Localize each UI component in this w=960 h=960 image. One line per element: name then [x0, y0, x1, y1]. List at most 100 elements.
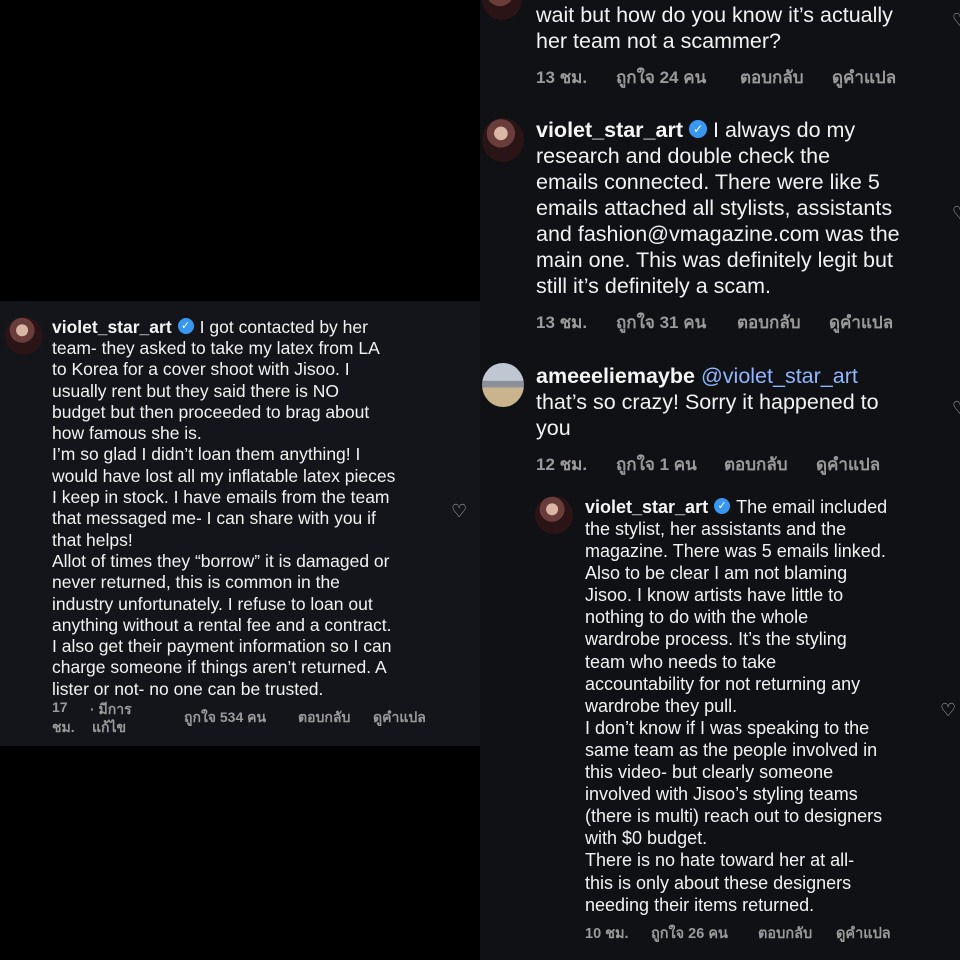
comment-line: involved with Jisoo’s styling teams: [585, 784, 858, 805]
comment-line: I keep in stock. I have emails from the …: [52, 487, 390, 508]
comment-line: Jisoo. I know artists have little to: [585, 585, 844, 606]
avatar[interactable]: [482, 0, 522, 20]
comment-line: to Korea for a cover shoot with Jisoo. I: [52, 359, 350, 380]
comment-line: wait but how do you know it’s actually: [536, 3, 893, 27]
comment-line: and fashion@vmagazine.com was the: [536, 222, 900, 246]
likes-count[interactable]: ถูกใจ 26 คน: [651, 922, 728, 945]
avatar[interactable]: [482, 118, 524, 162]
timestamp: 10 ชม.: [585, 926, 629, 942]
avatar[interactable]: [535, 496, 573, 534]
verified-badge-icon: ✓: [714, 498, 731, 515]
comment-line: that’s so crazy! Sorry it happened to: [536, 390, 879, 414]
comment-line: industry unfortunately. I refuse to loan…: [52, 593, 373, 614]
screenshot-collage: violet_star_art ✓ I got contacted by her t…: [0, 0, 960, 960]
comment-line: charge someone if things aren’t returned…: [52, 657, 387, 678]
comment-line: nothing to do with the whole: [585, 607, 809, 628]
comment-line: this video- but clearly someone: [585, 762, 834, 783]
comment-line: team who needs to take: [585, 651, 777, 672]
timestamp-unit: ชม.: [52, 719, 75, 735]
comment-line: Allot of times they “borrow” it is damag…: [52, 550, 390, 571]
comment-line: the stylist, her assistants and the: [585, 519, 847, 539]
edited-label-2: แก้ไข: [92, 719, 127, 735]
comment-line: wardrobe process. It’s the styling: [585, 629, 847, 650]
comment-meta: 10 ชม. ถูกใจ 26 คน ตอบกลับ ดูคำแปล: [585, 922, 955, 942]
comment-line: magazine. There was 5 emails linked.: [585, 541, 886, 562]
translate-button[interactable]: ดูคำแปล: [836, 922, 891, 945]
heart-icon[interactable]: ♡: [940, 700, 956, 721]
comment-line: I got contacted by her: [199, 317, 368, 337]
comment-line: would have lost all my inflatable latex …: [52, 465, 396, 486]
comment-line: her team not a scammer?: [536, 29, 781, 53]
comment-line: The email included: [736, 497, 888, 517]
comment-line: that helps!: [52, 529, 133, 550]
comment-line: needing their items returned.: [585, 894, 815, 915]
comment-line: you: [536, 416, 571, 440]
comment-meta: 13 ชม. ถูกใจ 24 คน ตอบกลับ ดูคำแปล: [536, 64, 956, 87]
comment-line: I don’t know if I was speaking to the: [585, 717, 870, 738]
timestamp: 12 ชม.: [536, 455, 588, 474]
comment-line: main one. This was definitely legit but: [536, 248, 893, 272]
reply-button[interactable]: ตอบกลับ: [737, 309, 801, 336]
reply-button[interactable]: ตอบกลับ: [740, 64, 804, 91]
comment-body: violet_star_art ✓ The email included the s…: [585, 498, 887, 918]
username[interactable]: violet_star_art: [52, 317, 172, 337]
timestamp: 13 ชม.: [536, 68, 588, 87]
comment-body: wait but how do you know it’s actually h…: [536, 3, 893, 57]
reply-button[interactable]: ตอบกลับ: [724, 451, 788, 478]
likes-count[interactable]: ถูกใจ 24 คน: [616, 64, 706, 91]
avatar[interactable]: [5, 317, 43, 355]
comment-line: I always do my: [713, 118, 856, 142]
comment-line: anything without a rental fee and a cont…: [52, 614, 392, 635]
right-comment-panel: wait but how do you know it’s actually h…: [480, 0, 960, 960]
comment-line: research and double check the: [536, 144, 831, 168]
comment-line: (there is multi) reach out to designers: [585, 806, 883, 827]
username[interactable]: ameeeliemaybe: [536, 364, 695, 388]
avatar[interactable]: [482, 363, 524, 407]
comment-body: violet_star_art ✓ I got contacted by her t…: [52, 317, 396, 702]
comment-line: never returned, this is common in the: [52, 572, 340, 593]
heart-icon[interactable]: ♡: [952, 203, 960, 224]
comment-line: still it’s definitely a scam.: [536, 274, 771, 298]
comment-meta: 17 ชม. · มีการ แก้ไข ถูกใจ 534 คน ตอบกลั…: [52, 699, 472, 735]
comment-line: same team as the people involved in: [585, 739, 878, 760]
likes-count[interactable]: ถูกใจ 534 คน: [184, 707, 266, 729]
comment-body: ameeeliemaybe @violet_star_art that’s so…: [536, 364, 879, 444]
mention-link[interactable]: @violet_star_art: [701, 364, 858, 388]
comment-line: I’m so glad I didn’t loan them anything!…: [52, 444, 361, 465]
verified-badge-icon: ✓: [177, 318, 194, 335]
heart-icon[interactable]: ♡: [952, 398, 960, 419]
comment-line: usually rent but they said there is NO: [52, 380, 339, 401]
translate-button[interactable]: ดูคำแปล: [832, 64, 896, 91]
comment-line: I also get their payment information so …: [52, 636, 392, 657]
left-comment-panel: violet_star_art ✓ I got contacted by her t…: [0, 301, 480, 746]
translate-button[interactable]: ดูคำแปล: [373, 707, 426, 729]
comment-line: that messaged me- I can share with you i…: [52, 508, 376, 529]
username[interactable]: violet_star_art: [585, 497, 708, 517]
comment-line: team- they asked to take my latex from L…: [52, 338, 380, 358]
timestamp: 17: [52, 699, 68, 715]
likes-count[interactable]: ถูกใจ 31 คน: [616, 309, 706, 336]
comment-line: emails connected. There were like 5: [536, 170, 880, 194]
comment-body: violet_star_art ✓ I always do my research …: [536, 118, 900, 302]
translate-button[interactable]: ดูคำแปล: [816, 451, 880, 478]
comment-meta: 12 ชม. ถูกใจ 1 คน ตอบกลับ ดูคำแปล: [536, 451, 956, 474]
comment-line: how famous she is.: [52, 423, 202, 444]
comment-line: wardrobe they pull.: [585, 695, 738, 716]
comment-line: emails attached all stylists, assistants: [536, 196, 893, 220]
timestamp: 13 ชม.: [536, 313, 588, 332]
comment-line: this is only about these designers: [585, 872, 852, 893]
comment-line: with $0 budget.: [585, 828, 708, 849]
username[interactable]: violet_star_art: [536, 118, 683, 142]
translate-button[interactable]: ดูคำแปล: [829, 309, 893, 336]
likes-count[interactable]: ถูกใจ 1 คน: [616, 451, 697, 478]
verified-badge-icon: ✓: [689, 120, 707, 139]
reply-button[interactable]: ตอบกลับ: [298, 707, 350, 729]
comment-line: accountability for not returning any: [585, 673, 861, 694]
heart-icon[interactable]: ♡: [952, 10, 960, 31]
comment-line: Also to be clear I am not blaming: [585, 563, 848, 584]
heart-icon[interactable]: ♡: [451, 501, 467, 522]
reply-button[interactable]: ตอบกลับ: [758, 922, 812, 945]
comment-meta: 13 ชม. ถูกใจ 31 คน ตอบกลับ ดูคำแปล: [536, 309, 956, 332]
comment-line: budget but then proceeded to brag about: [52, 401, 370, 422]
comment-line: There is no hate toward her at all-: [585, 850, 855, 871]
